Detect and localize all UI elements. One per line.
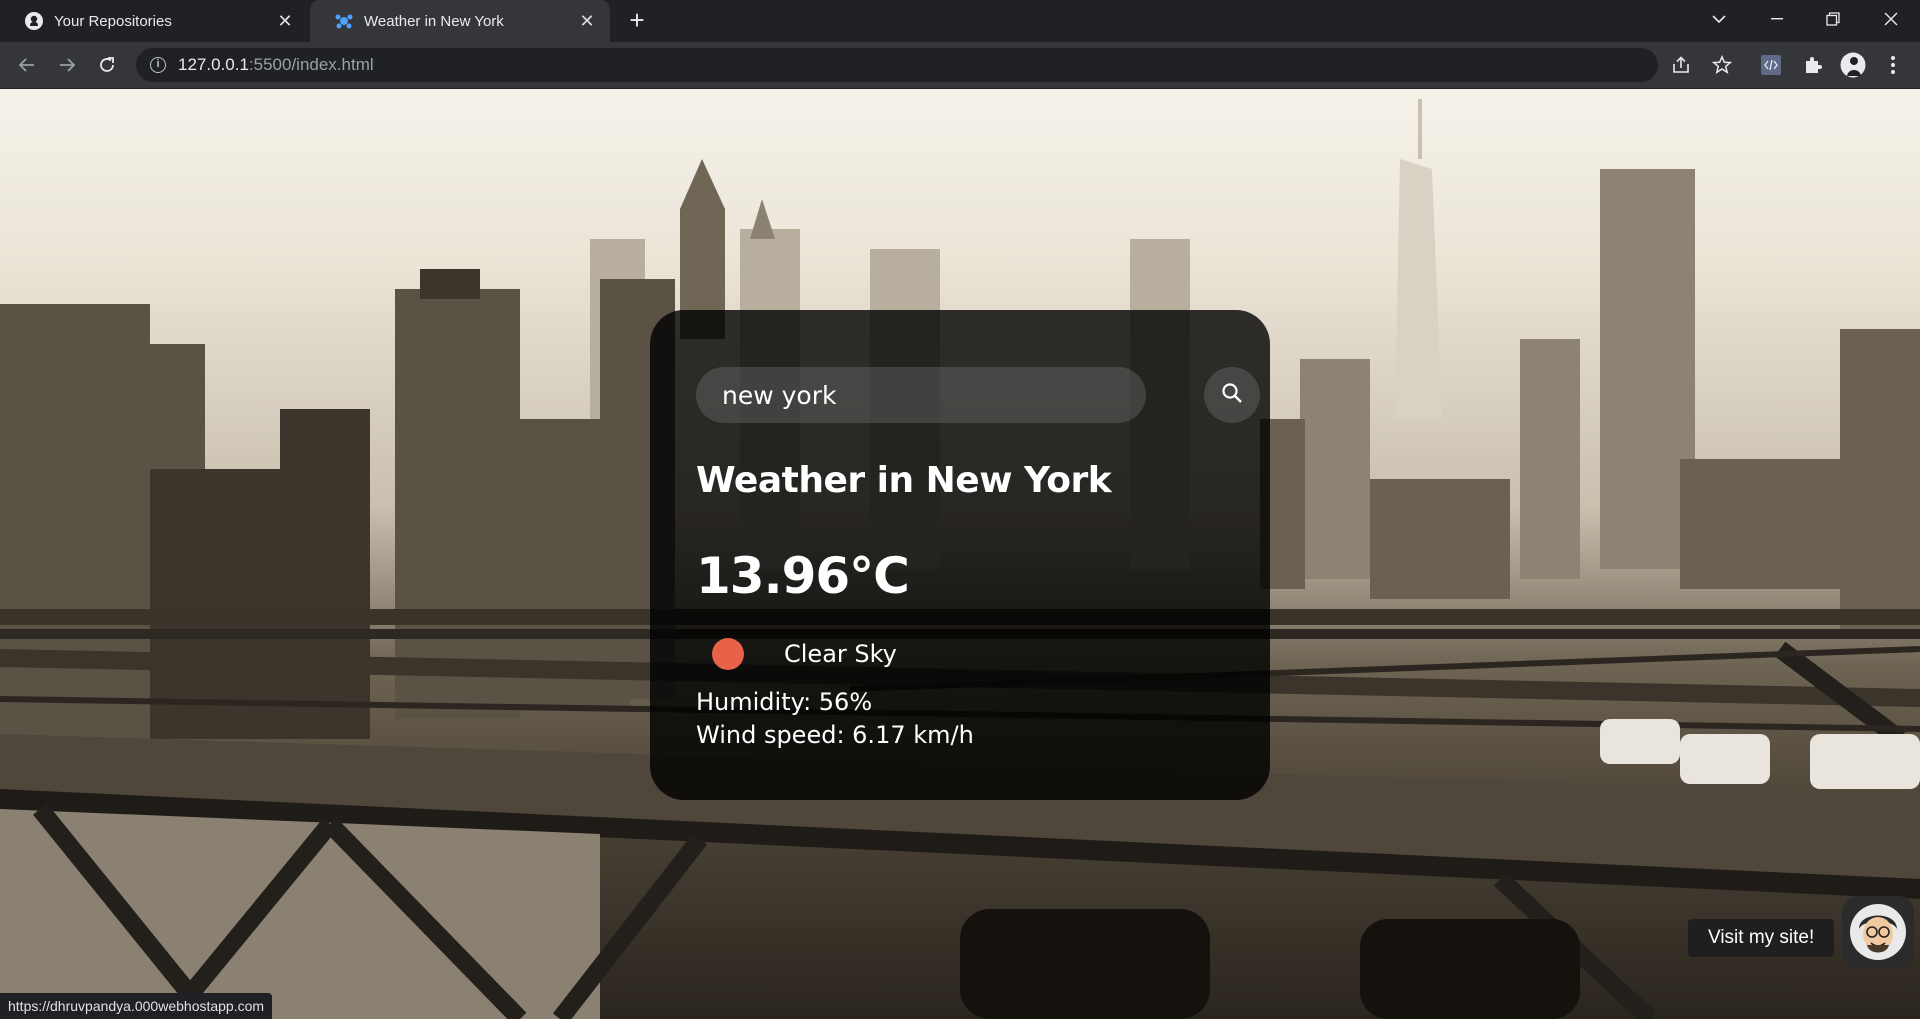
github-icon [24, 11, 44, 31]
tab-close-icon[interactable]: ✕ [274, 11, 296, 32]
minimize-icon[interactable] [1754, 0, 1800, 38]
back-arrow-icon[interactable] [12, 50, 42, 80]
weather-card: Weather in New York 13.96°C Clear Sky Hu… [650, 310, 1270, 800]
close-window-icon[interactable] [1868, 0, 1914, 38]
tab-title: Weather in New York [364, 12, 504, 30]
restore-icon[interactable] [1810, 0, 1856, 38]
reload-icon[interactable] [92, 50, 122, 80]
tab-strip: Your Repositories ✕ Weather in New York … [0, 0, 1920, 42]
city-heading: Weather in New York [696, 460, 1112, 501]
visit-my-site-tooltip[interactable]: Visit my site! [1688, 919, 1835, 957]
temperature-value: 13.96°C [696, 547, 910, 605]
site-info-icon[interactable]: i [150, 57, 166, 73]
extensions-puzzle-icon[interactable] [1800, 52, 1826, 78]
clear-sky-weather-icon [712, 638, 744, 670]
weather-description: Clear Sky [784, 640, 897, 668]
bookmark-star-icon[interactable] [1709, 52, 1735, 78]
search-row [696, 367, 1260, 423]
wind-speed-text: Wind speed: 6.17 km/h [696, 721, 974, 749]
visit-site-avatar-button[interactable] [1842, 896, 1914, 968]
weather-condition: Clear Sky [712, 638, 897, 670]
humidity-text: Humidity: 56% [696, 688, 873, 716]
search-icon [1221, 382, 1243, 409]
cartoon-avatar-icon [1850, 904, 1906, 960]
new-tab-button[interactable]: + [622, 6, 652, 36]
city-search-input[interactable] [696, 367, 1146, 423]
search-button[interactable] [1204, 367, 1260, 423]
address-path: :5500/index.html [248, 55, 374, 74]
tab-title: Your Repositories [54, 12, 172, 30]
devtools-extension-icon[interactable] [1758, 52, 1784, 78]
address-bar[interactable]: i 127.0.0.1:5500/index.html [136, 48, 1658, 82]
more-menu-icon[interactable] [1880, 52, 1906, 78]
link-status-url: https://dhruvpandya.000webhostapp.com [0, 993, 273, 1019]
weather-favicon-icon [334, 11, 354, 31]
forward-arrow-icon[interactable] [52, 50, 82, 80]
page-viewport: Weather in New York 13.96°C Clear Sky Hu… [0, 89, 1920, 1019]
share-icon[interactable] [1668, 52, 1694, 78]
tab-your-repositories[interactable]: Your Repositories ✕ [0, 0, 308, 42]
tab-close-icon[interactable]: ✕ [576, 11, 598, 32]
profile-avatar-icon[interactable] [1840, 52, 1866, 78]
address-host: 127.0.0.1 [178, 55, 249, 74]
tab-weather-in-new-york[interactable]: Weather in New York ✕ [310, 0, 610, 42]
tab-search-chevron-icon[interactable] [1696, 0, 1742, 38]
browser-toolbar: i 127.0.0.1:5500/index.html [0, 42, 1920, 89]
